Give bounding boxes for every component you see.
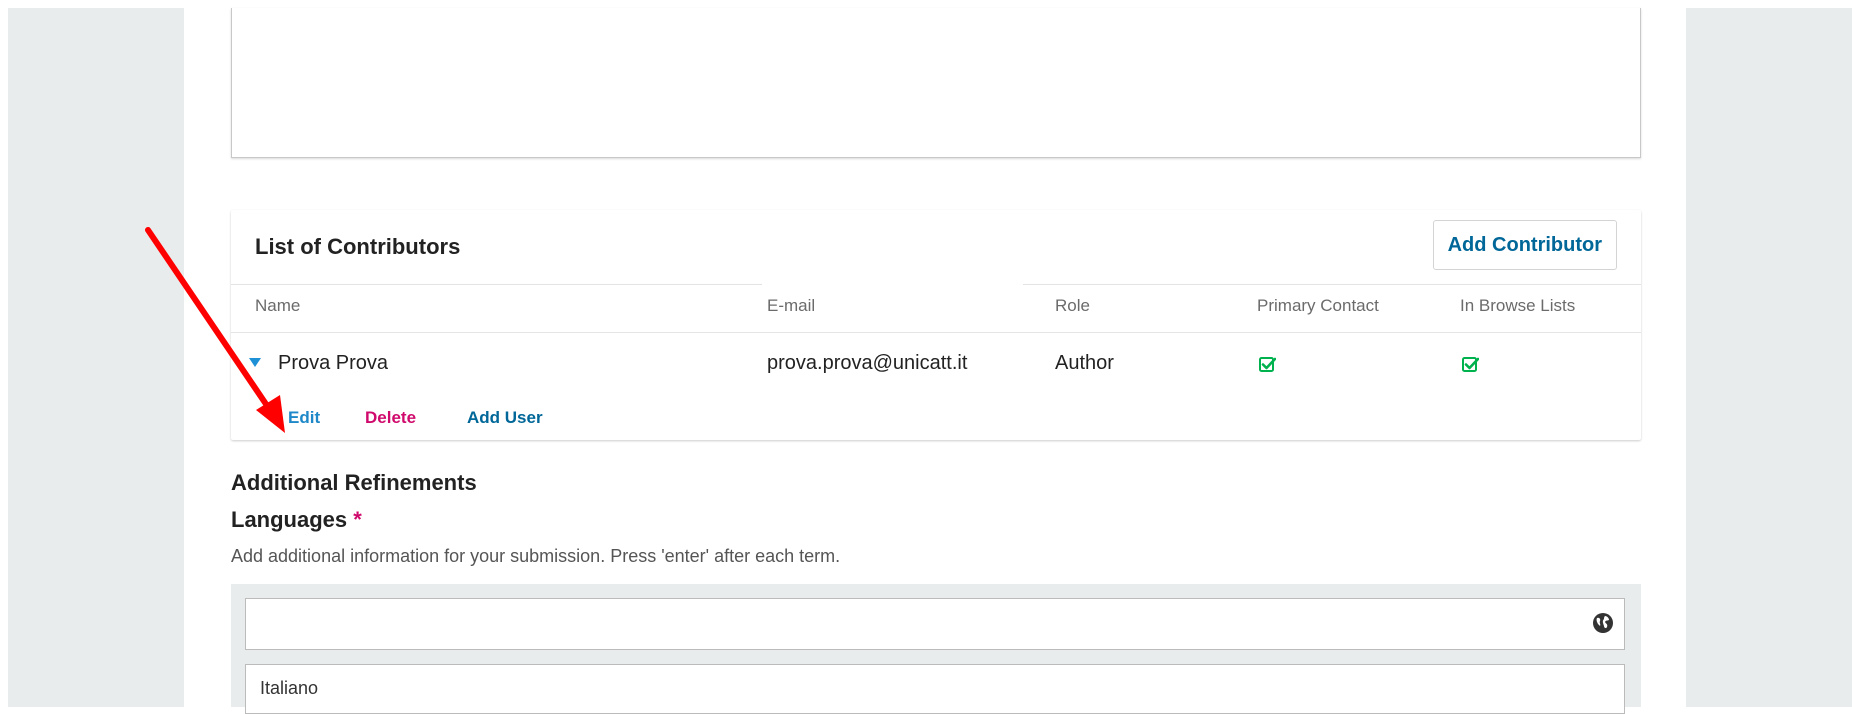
column-header-role: Role — [1055, 296, 1090, 315]
right-gutter — [1686, 8, 1852, 707]
add-contributor-button[interactable]: Add Contributor — [1432, 220, 1617, 270]
contributor-role: Author — [1055, 352, 1114, 374]
languages-input[interactable] — [245, 598, 1625, 650]
column-header-email: E-mail — [767, 296, 816, 315]
primary-contact-check-icon[interactable] — [1259, 356, 1276, 373]
page-canvas: List of Contributors Add Contributor Nam… — [0, 0, 1852, 714]
section-title: Additional Refinements — [231, 470, 477, 495]
contributor-email: prova.prova@unicatt.it — [767, 352, 968, 374]
red-arrow-annotation — [145, 227, 285, 433]
contributors-panel: List of Contributors Add Contributor Nam… — [231, 210, 1641, 440]
field-description: Add additional information for your subm… — [231, 546, 841, 566]
globe-icon[interactable] — [1592, 612, 1614, 634]
row-divider — [231, 332, 1641, 333]
delete-button[interactable]: Delete — [365, 408, 416, 428]
column-header-primary-contact: Primary Contact — [1257, 296, 1379, 315]
languages-field: Italiano — [231, 584, 1641, 714]
languages-label: Languages * — [231, 507, 362, 533]
languages-label-text: Languages — [231, 507, 348, 532]
column-header-browse-lists: In Browse Lists — [1460, 296, 1576, 315]
abstract-textarea[interactable] — [231, 8, 1641, 158]
browse-lists-check-icon[interactable] — [1462, 356, 1479, 373]
required-mark: * — [353, 507, 362, 532]
add-user-button[interactable]: Add User — [467, 408, 543, 428]
header-divider — [1023, 284, 1641, 285]
